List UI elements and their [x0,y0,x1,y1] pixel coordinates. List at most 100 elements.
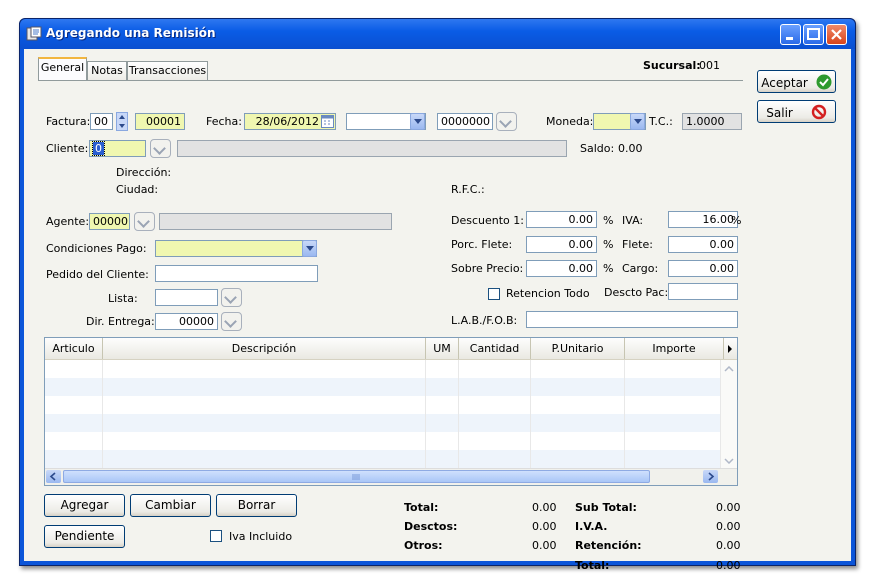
horizontal-scrollbar[interactable] [45,468,737,485]
table-row[interactable] [45,414,721,432]
tab-general[interactable]: General [38,57,87,80]
accept-button[interactable]: Aceptar [757,70,836,93]
table-cell[interactable] [459,450,531,468]
moneda-dropdown-icon[interactable] [630,113,645,130]
table-cell[interactable] [103,414,426,432]
condiciones-select[interactable] [155,240,317,257]
table-cell[interactable] [45,396,103,414]
table-cell[interactable] [625,432,721,450]
agente-lookup-icon[interactable] [134,212,155,231]
descuento-input[interactable]: 0.00 [526,211,597,228]
table-cell[interactable] [625,360,721,378]
porc-flete-input[interactable]: 0.00 [526,236,597,253]
table-cell[interactable] [45,360,103,378]
retencion-checkbox[interactable] [488,288,500,300]
table-cell[interactable] [45,432,103,450]
table-cell[interactable] [426,360,459,378]
factura-number-input[interactable]: 00001 [135,113,185,130]
folio-lookup-icon[interactable] [496,112,517,131]
lista-input[interactable] [155,289,218,306]
table-cell[interactable] [625,414,721,432]
table-cell[interactable] [45,414,103,432]
cargo-input[interactable]: 0.00 [668,260,738,277]
column-header-um[interactable]: UM [426,338,459,359]
chevron-up-icon[interactable] [724,366,734,372]
table-row[interactable] [45,450,721,468]
table-cell[interactable] [625,450,721,468]
pendiente-button[interactable]: Pendiente [44,525,125,548]
agregar-button[interactable]: Agregar [44,494,125,517]
folio-input[interactable]: 0000000 [437,113,493,130]
descto-pac-input[interactable] [668,283,738,300]
spinner-icon[interactable] [116,112,128,131]
table-cell[interactable] [103,378,426,396]
tab-notas[interactable]: Notas [87,61,127,81]
pedido-input[interactable] [155,265,318,282]
maximize-button[interactable] [803,24,824,45]
scroll-right-arrow-icon[interactable] [727,345,733,353]
calendar-icon[interactable] [321,115,334,128]
factura-serie-input[interactable]: 00 [90,113,113,130]
table-row[interactable] [45,432,721,450]
table-row[interactable] [45,378,721,396]
tab-transacciones[interactable]: Transacciones [127,61,208,81]
sobreprecio-input[interactable]: 0.00 [526,260,597,277]
close-button[interactable] [826,24,847,45]
table-cell[interactable] [426,450,459,468]
column-header-articulo[interactable]: Articulo [45,338,103,359]
column-header-punitario[interactable]: P.Unitario [531,338,625,359]
column-header-cantidad[interactable]: Cantidad [459,338,531,359]
table-cell[interactable] [459,414,531,432]
title-bar[interactable]: Agregando una Remisión [20,19,855,49]
column-header-descripcion[interactable]: Descripción [103,338,426,359]
table-cell[interactable] [531,378,625,396]
cliente-input[interactable]: 0 [89,140,146,157]
exit-button[interactable]: Salir [757,100,836,123]
table-cell[interactable] [103,396,426,414]
dir-entrega-lookup-icon[interactable] [221,312,242,331]
table-cell[interactable] [45,378,103,396]
vertical-scrollbar[interactable] [721,360,737,470]
scroll-left-button[interactable] [46,470,61,483]
table-cell[interactable] [531,432,625,450]
table-cell[interactable] [459,360,531,378]
borrar-button[interactable]: Borrar [216,494,297,517]
table-cell[interactable] [426,432,459,450]
iva-input[interactable]: 16.00 [668,211,738,228]
table-cell[interactable] [625,378,721,396]
table-row[interactable] [45,360,721,378]
table-cell[interactable] [103,432,426,450]
table-cell[interactable] [531,450,625,468]
table-cell[interactable] [531,414,625,432]
table-cell[interactable] [426,414,459,432]
table-cell[interactable] [459,432,531,450]
flete-input[interactable]: 0.00 [668,236,738,253]
iva-incluido-checkbox[interactable] [210,530,222,542]
table-cell[interactable] [103,450,426,468]
scroll-thumb[interactable] [63,470,650,483]
table-cell[interactable] [531,396,625,414]
table-cell[interactable] [531,360,625,378]
table-cell[interactable] [45,450,103,468]
table-cell[interactable] [459,378,531,396]
type-dropdown-icon[interactable] [410,113,425,130]
table-cell[interactable] [103,360,426,378]
table-cell[interactable] [625,396,721,414]
minimize-button[interactable] [780,24,801,45]
column-header-importe[interactable]: Importe [625,338,724,359]
dir-entrega-input[interactable]: 00000 [155,313,218,330]
cambiar-button[interactable]: Cambiar [130,494,211,517]
items-table[interactable]: Articulo Descripción UM Cantidad P.Unita… [44,337,738,486]
lista-lookup-icon[interactable] [221,288,242,307]
table-cell[interactable] [426,378,459,396]
chevron-down-icon[interactable] [724,458,734,464]
scroll-right-button[interactable] [703,470,718,483]
table-cell[interactable] [426,396,459,414]
tc-input[interactable]: 1.0000 [682,113,742,130]
table-cell[interactable] [459,396,531,414]
lab-input[interactable] [526,311,738,328]
condiciones-dropdown-icon[interactable] [302,240,317,257]
table-row[interactable] [45,396,721,414]
agente-input[interactable]: 00000 [89,213,130,230]
cliente-lookup-icon[interactable] [150,139,171,158]
